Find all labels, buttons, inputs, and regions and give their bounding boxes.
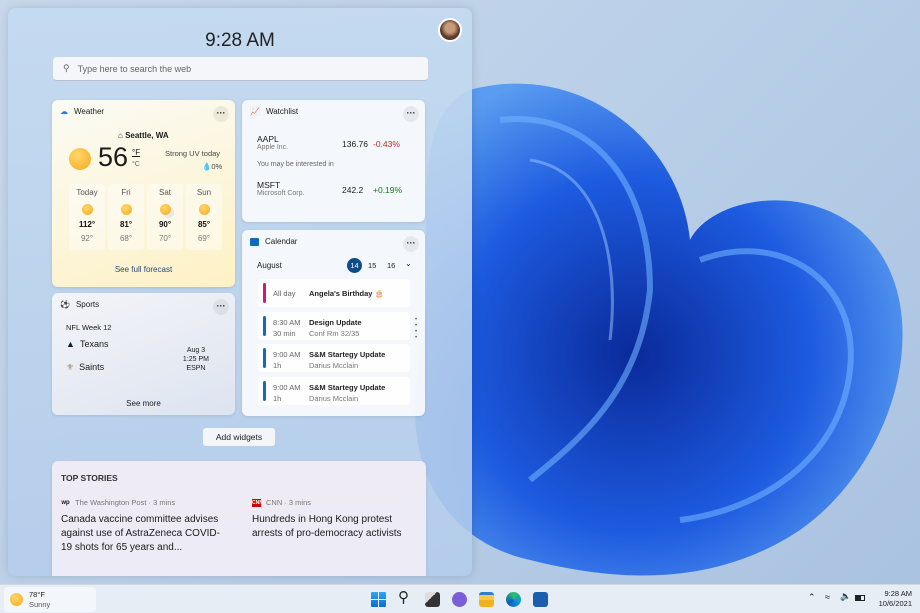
suggestion-label: You may be interested in bbox=[257, 161, 334, 168]
calendar-widget[interactable]: Calendar ··· August 14 15 16 ⌄ All day An… bbox=[242, 230, 425, 416]
stock-row[interactable]: AAPL Apple Inc. 136.76 -0.43% bbox=[257, 134, 417, 151]
search-icon[interactable]: ⚲ bbox=[398, 590, 413, 605]
section-title: TOP STORIES bbox=[61, 473, 118, 483]
uv-text: Strong UV today bbox=[165, 149, 221, 158]
battery-icon[interactable] bbox=[855, 595, 865, 601]
event-color-bar bbox=[263, 283, 266, 303]
widget-title: Calendar bbox=[265, 237, 298, 246]
washington-post-logo: wp bbox=[61, 500, 70, 506]
forecast-day: Fri 81° 68° bbox=[108, 184, 144, 250]
chevron-up-icon[interactable]: ⌃ bbox=[808, 592, 816, 603]
widgets-panel: 9:28 AM ⚲ Type here to search the web ☁ W… bbox=[8, 8, 472, 576]
calendar-icon bbox=[250, 237, 259, 246]
sunny-icon bbox=[10, 593, 23, 606]
widget-title: Watchlist bbox=[265, 107, 299, 116]
search-icon: ⚲ bbox=[63, 63, 70, 73]
game-info: Aug 3 1:25 PM ESPN bbox=[182, 347, 209, 372]
see-full-forecast-link[interactable]: See full forecast bbox=[52, 265, 235, 274]
team-row: ⚜ Saints bbox=[66, 362, 105, 372]
day-14[interactable]: 14 bbox=[347, 258, 362, 273]
volume-icon[interactable]: 🔈 bbox=[840, 591, 851, 602]
sports-icon: ⚽ bbox=[60, 300, 70, 309]
add-widgets-button[interactable]: Add widgets bbox=[203, 428, 275, 446]
story-item[interactable]: wp The Washington Post · 3 mins Canada vac… bbox=[61, 496, 231, 555]
taskbar: 78°F Sunny ⚲ ⌃ ≈ 🔈 9:28 AM 10/6/2021 bbox=[0, 584, 920, 613]
story-item[interactable]: CNN CNN · 3 mins Hundreds in Hong Kong pro… bbox=[252, 496, 422, 541]
sunny-icon bbox=[198, 204, 210, 215]
event-item[interactable]: 8:30 AM 30 min Design Update Conf Rm 32/35 bbox=[258, 312, 410, 340]
event-item[interactable]: All day Angela's Birthday 🎂 bbox=[258, 279, 410, 307]
search-placeholder: Type here to search the web bbox=[77, 63, 192, 74]
see-more-link[interactable]: See more bbox=[52, 399, 235, 408]
search-input[interactable]: ⚲ Type here to search the web bbox=[53, 57, 428, 81]
partly-cloudy-icon bbox=[159, 204, 171, 215]
location: ⌂ Seattle, WA bbox=[118, 131, 169, 140]
store-icon[interactable] bbox=[533, 592, 548, 607]
texans-logo-icon: ▲ bbox=[66, 339, 75, 349]
more-options-button[interactable]: ··· bbox=[213, 299, 229, 315]
month-label: August bbox=[257, 261, 282, 270]
stock-row[interactable]: MSFT Microsoft Corp. 242.2 +0.19% bbox=[257, 180, 417, 197]
edge-icon[interactable] bbox=[506, 592, 521, 607]
wifi-icon[interactable]: ≈ bbox=[825, 592, 830, 602]
unit-f-toggle[interactable]: °F bbox=[132, 148, 140, 157]
chevron-down-icon[interactable]: ⌄ bbox=[405, 259, 412, 268]
current-temp: 56 bbox=[98, 142, 129, 172]
more-options-button[interactable]: ··· bbox=[403, 106, 419, 122]
day-16[interactable]: 16 bbox=[387, 261, 395, 270]
avatar[interactable] bbox=[438, 18, 462, 42]
forecast-day: Sun 85° 69° bbox=[186, 184, 222, 250]
more-options-button[interactable]: ··· bbox=[213, 106, 229, 122]
widget-title: Sports bbox=[75, 300, 100, 309]
event-item[interactable]: 9:00 AM 1h S&M Startegy Update Darius Mccla… bbox=[258, 377, 410, 405]
watchlist-widget[interactable]: 📈 Watchlist ··· AAPL Apple Inc. 136.76 -0.4… bbox=[242, 100, 425, 222]
unit-c-toggle[interactable]: °C bbox=[132, 161, 140, 168]
top-stories: TOP STORIES wp The Washington Post · 3 mi… bbox=[52, 461, 426, 576]
teams-chat-icon[interactable] bbox=[452, 592, 467, 607]
cnn-logo: CNN bbox=[252, 499, 263, 507]
weather-widget[interactable]: ☁ Weather ··· ⌂ Seattle, WA 56 °F °C Stro… bbox=[52, 100, 235, 287]
stock-chart-icon: 📈 bbox=[250, 107, 260, 116]
event-item[interactable]: 9:00 AM 1h S&M Startegy Update Darius Mccla… bbox=[258, 344, 410, 372]
clock: 9:28 AM bbox=[205, 30, 275, 51]
sports-widget[interactable]: ⚽ Sports ··· NFL Week 12 ▲ Texans ⚜ Saint… bbox=[52, 293, 235, 415]
team-row: ▲ Texans bbox=[66, 339, 109, 349]
more-options-button[interactable]: ··· bbox=[403, 236, 419, 252]
precipitation: 💧0% bbox=[202, 162, 223, 171]
widget-title: Weather bbox=[74, 107, 105, 116]
day-15[interactable]: 15 bbox=[368, 261, 376, 270]
scroll-dots[interactable]: • • • • bbox=[415, 317, 417, 341]
taskbar-clock[interactable]: 9:28 AM 10/6/2021 bbox=[870, 589, 912, 609]
league-label: NFL Week 12 bbox=[66, 323, 112, 332]
file-explorer-icon[interactable] bbox=[479, 592, 494, 607]
task-view-icon[interactable] bbox=[425, 592, 440, 607]
sunny-icon bbox=[69, 148, 91, 170]
forecast-day: Sat 90° 70° bbox=[147, 184, 183, 250]
start-icon[interactable] bbox=[371, 592, 386, 607]
saints-logo-icon: ⚜ bbox=[66, 362, 75, 372]
cloud-icon: ☁ bbox=[60, 107, 68, 116]
forecast-day: Today 112° 92° bbox=[69, 184, 105, 250]
sunny-icon bbox=[120, 204, 132, 215]
taskbar-weather[interactable]: 78°F Sunny bbox=[4, 587, 96, 612]
sunny-icon bbox=[81, 204, 93, 215]
